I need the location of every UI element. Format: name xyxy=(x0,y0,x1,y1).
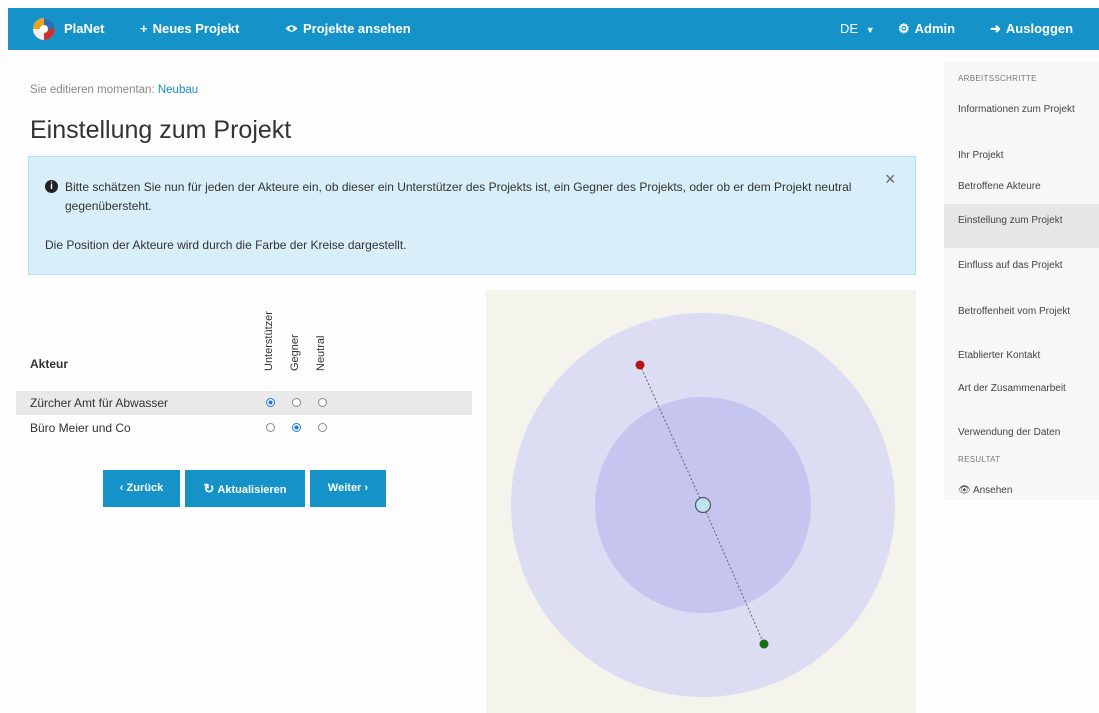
new-project-link[interactable]: + Neues Projekt xyxy=(140,8,239,50)
caret-down-icon: ▼ xyxy=(865,25,875,35)
admin-label: Admin xyxy=(914,21,956,36)
project-center-node[interactable] xyxy=(694,496,712,514)
sidebar-section-result: RESULTAT xyxy=(958,455,1001,464)
new-project-label: Neues Projekt xyxy=(152,21,240,36)
navbar: PlaNet + Neues Projekt Projekte ansehen D… xyxy=(8,8,1099,50)
view-projects-label: Projekte ansehen xyxy=(303,21,411,36)
sidebar-item-ansehen[interactable]: 👁 Ansehen xyxy=(944,485,1099,496)
language-dropdown[interactable]: DE ▼ xyxy=(840,8,875,50)
akteur-header: Akteur xyxy=(30,357,69,371)
alert-text-1: Bitte schätzen Sie nun für jeden der Akt… xyxy=(65,180,852,213)
sidebar-item-zusammenarbeit[interactable]: Art der Zusammenarbeit xyxy=(944,383,1099,394)
editing-prefix: Sie editieren momentan: xyxy=(30,84,155,96)
actor-node-opponent[interactable] xyxy=(635,360,645,370)
back-button[interactable]: ‹ Zurück xyxy=(103,470,180,507)
editing-project-link[interactable]: Neubau xyxy=(158,84,198,96)
page-title: Einstellung zum Projekt xyxy=(30,116,292,144)
plus-icon: + xyxy=(140,21,148,36)
sidebar-section-steps: ARBEITSSCHRITTE xyxy=(958,74,1037,83)
table-row: Büro Meier und Co xyxy=(16,416,472,440)
radio-gegner[interactable] xyxy=(292,398,301,407)
sidebar-item-kontakt[interactable]: Etablierter Kontakt xyxy=(944,350,1099,361)
refresh-label: Aktualisieren xyxy=(217,484,287,496)
language-label: DE xyxy=(840,21,859,36)
position-diagram xyxy=(486,290,916,713)
sidebar-item-ansehen-label: Ansehen xyxy=(972,485,1013,496)
column-header-neutral: Neutral xyxy=(315,335,327,371)
editing-info: Sie editieren momentan: Neubau xyxy=(30,84,198,96)
refresh-button[interactable]: ↻ Aktualisieren xyxy=(185,470,305,507)
view-projects-link[interactable]: Projekte ansehen xyxy=(285,8,411,50)
sidebar-item-einfluss[interactable]: Einfluss auf das Projekt xyxy=(944,260,1099,271)
sidebar-item-betroffenheit[interactable]: Betroffenheit vom Projekt xyxy=(944,306,1099,317)
radio-neutral[interactable] xyxy=(318,398,327,407)
row-akteur-name: Zürcher Amt für Abwasser xyxy=(30,396,169,410)
row-akteur-name: Büro Meier und Co xyxy=(30,421,131,435)
column-header-unterstuetzer: Unterstützer xyxy=(263,311,275,371)
planet-logo-icon[interactable] xyxy=(30,16,58,42)
gear-icon: ⚙ xyxy=(898,21,910,36)
close-icon[interactable]: × xyxy=(885,169,896,190)
radio-gegner[interactable] xyxy=(292,423,301,432)
position-diagram-svg xyxy=(511,313,895,697)
column-header-gegner: Gegner xyxy=(289,334,301,371)
sidebar-item-informationen[interactable]: Informationen zum Projekt xyxy=(944,104,1099,115)
radio-unterstuetzer[interactable] xyxy=(266,398,275,407)
brand-link[interactable]: PlaNet xyxy=(64,8,104,50)
info-icon: i xyxy=(45,180,58,193)
top-strip xyxy=(0,0,1099,8)
logout-label: Ausloggen xyxy=(1005,21,1074,36)
eye-icon xyxy=(285,8,298,50)
sidebar-item-verwendung[interactable]: Verwendung der Daten xyxy=(944,427,1099,438)
logout-icon: ➜ xyxy=(990,21,1001,36)
radio-neutral[interactable] xyxy=(318,423,327,432)
logout-link[interactable]: ➜ Ausloggen xyxy=(990,8,1073,50)
table-row: Zürcher Amt für Abwasser xyxy=(16,391,472,415)
sidebar-item-betroffene-akteure[interactable]: Betroffene Akteure xyxy=(944,181,1099,192)
eye-icon: 👁 xyxy=(958,485,971,496)
refresh-icon: ↻ xyxy=(203,481,215,496)
actor-node-supporter[interactable] xyxy=(759,639,769,649)
next-button[interactable]: Weiter › xyxy=(310,470,386,507)
admin-link[interactable]: ⚙ Admin xyxy=(898,8,955,50)
steps-sidebar: ARBEITSSCHRITTE Informationen zum Projek… xyxy=(944,62,1099,500)
info-alert: i Bitte schätzen Sie nun für jeden der A… xyxy=(28,156,916,275)
alert-text-2: Die Position der Akteure wird durch die … xyxy=(45,238,407,252)
radio-unterstuetzer[interactable] xyxy=(266,423,275,432)
sidebar-item-ihr-projekt[interactable]: Ihr Projekt xyxy=(944,150,1099,161)
sidebar-item-einstellung[interactable]: Einstellung zum Projekt xyxy=(944,204,1099,248)
